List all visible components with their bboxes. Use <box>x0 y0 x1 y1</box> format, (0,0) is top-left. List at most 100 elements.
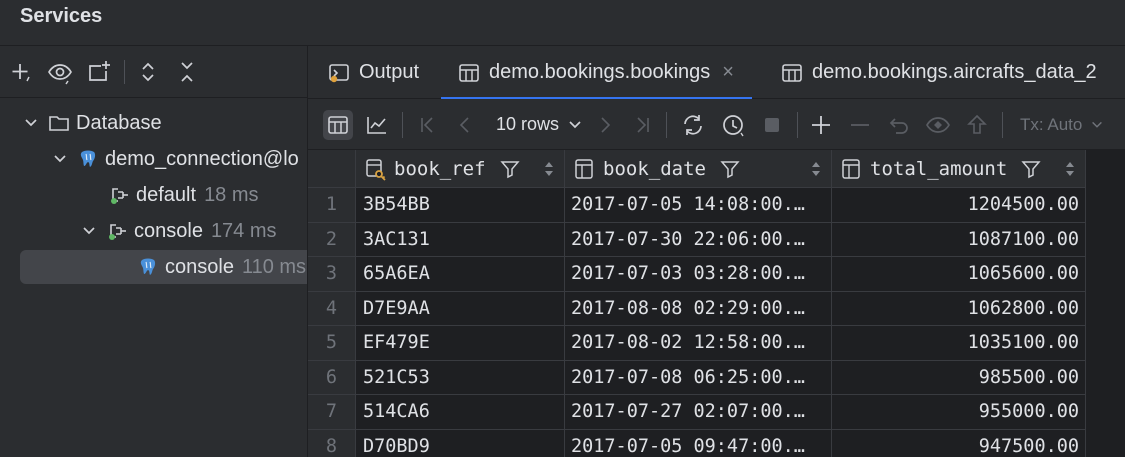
tab-aircrafts[interactable]: demo.bookings.aircrafts_data_2 <box>781 46 1097 99</box>
tab-label: demo.bookings.bookings <box>489 61 711 83</box>
folder-icon <box>49 116 69 131</box>
services-toolbar <box>0 46 307 98</box>
session-time: 174 ms <box>210 219 277 242</box>
filter-icon[interactable] <box>720 159 740 179</box>
add-row-icon[interactable] <box>806 110 836 140</box>
cell-total-amount[interactable]: 1204500.00 <box>832 188 1086 223</box>
preview-icon[interactable] <box>923 110 953 140</box>
column-header-total-amount[interactable]: total_amount <box>832 150 1086 188</box>
filter-icon[interactable] <box>499 159 520 179</box>
toolbar-separator <box>797 112 798 138</box>
cell-book-date[interactable]: 2017-07-05 09:47:00.… <box>565 429 832 457</box>
cell-book-ref[interactable]: D7E9AA <box>356 291 565 326</box>
table-icon <box>459 63 479 82</box>
session-icon <box>111 188 128 204</box>
results-panel: Output demo.bookings.bookings × demo.boo… <box>307 46 1125 457</box>
tree-item-label: Database <box>76 111 162 134</box>
tab-bookings[interactable]: demo.bookings.bookings × <box>441 46 752 100</box>
cell-book-date[interactable]: 2017-07-08 06:25:00.… <box>565 360 832 395</box>
collapse-all-icon[interactable] <box>174 59 200 85</box>
cell-book-date[interactable]: 2017-07-30 22:06:00.… <box>565 222 832 257</box>
sort-icon[interactable] <box>811 160 821 178</box>
tree-item-label: default <box>136 183 197 206</box>
tree-item-database[interactable]: Database <box>0 106 307 140</box>
column-header-book-ref[interactable]: book_ref <box>356 150 565 188</box>
cell-book-ref[interactable]: D70BD9 <box>356 429 565 457</box>
prev-page-icon[interactable] <box>450 110 480 140</box>
tree-item-default-session[interactable]: default 18 ms <box>0 178 307 212</box>
row-number: 6 <box>308 360 356 395</box>
column-header-book-date[interactable]: book_date <box>565 150 832 188</box>
cell-book-date[interactable]: 2017-07-03 03:28:00.… <box>565 257 832 292</box>
row-number: 3 <box>308 257 356 292</box>
chevron-down-icon[interactable] <box>80 222 98 240</box>
grid-toolbar: 10 rows Tx: Auto <box>308 99 1125 150</box>
toolbar-separator <box>124 60 125 84</box>
add-icon[interactable] <box>8 59 34 85</box>
cell-total-amount[interactable]: 1065600.00 <box>832 257 1086 292</box>
new-session-icon[interactable] <box>86 59 112 85</box>
first-page-icon[interactable] <box>412 110 442 140</box>
cell-total-amount[interactable]: 955000.00 <box>832 395 1086 430</box>
cell-total-amount[interactable]: 1087100.00 <box>832 222 1086 257</box>
output-icon <box>329 63 349 82</box>
chart-view-icon[interactable] <box>362 110 392 140</box>
tree-item-label: console <box>134 219 203 242</box>
cell-book-ref[interactable]: EF479E <box>356 326 565 361</box>
tab-label: demo.bookings.aircrafts_data_2 <box>812 61 1097 83</box>
last-page-icon[interactable] <box>628 110 658 140</box>
expand-all-icon[interactable] <box>135 59 161 85</box>
filter-icon[interactable] <box>1021 159 1041 179</box>
cell-book-ref[interactable]: 3AC131 <box>356 222 565 257</box>
chevron-down-icon[interactable] <box>51 150 69 168</box>
tree-item-console-group[interactable]: console 174 ms <box>0 214 307 248</box>
column-icon <box>575 158 593 179</box>
tree-item-label: demo_connection@lo <box>105 147 299 170</box>
history-icon[interactable] <box>718 110 748 140</box>
cell-book-ref[interactable]: 3B54BB <box>356 188 565 223</box>
tree-item-console[interactable]: console 110 ms <box>20 250 307 284</box>
cell-book-date[interactable]: 2017-07-05 14:08:00.… <box>565 188 832 223</box>
transaction-mode-select[interactable]: Tx: Auto <box>1020 99 1104 150</box>
chevron-down-icon[interactable] <box>22 114 40 132</box>
row-number: 8 <box>308 429 356 457</box>
tree-item-connection[interactable]: demo_connection@lo <box>0 142 307 176</box>
column-name: book_ref <box>394 157 486 180</box>
cell-total-amount[interactable]: 1062800.00 <box>832 291 1086 326</box>
cell-book-ref[interactable]: 521C53 <box>356 360 565 395</box>
tab-output[interactable]: Output <box>328 46 419 99</box>
rows-label: 10 rows <box>496 114 560 134</box>
submit-icon[interactable] <box>962 110 992 140</box>
reload-icon[interactable] <box>678 110 708 140</box>
cell-book-ref[interactable]: 65A6EA <box>356 257 565 292</box>
sort-icon[interactable] <box>1065 160 1075 178</box>
toolbar-separator <box>402 112 403 138</box>
session-icon <box>109 224 126 240</box>
cell-book-date[interactable]: 2017-08-08 02:29:00.… <box>565 291 832 326</box>
postgresql-icon <box>80 150 96 167</box>
delete-row-icon[interactable] <box>845 110 875 140</box>
stop-icon[interactable] <box>757 110 787 140</box>
cell-total-amount[interactable]: 985500.00 <box>832 360 1086 395</box>
cell-book-date[interactable]: 2017-07-27 02:07:00.… <box>565 395 832 430</box>
table-view-icon[interactable] <box>323 110 353 140</box>
column-name: total_amount <box>870 157 1008 180</box>
cell-book-ref[interactable]: 514CA6 <box>356 395 565 430</box>
sort-icon[interactable] <box>544 160 554 178</box>
eye-icon[interactable] <box>47 59 73 85</box>
next-page-icon[interactable] <box>590 110 620 140</box>
title-bar: Services <box>0 0 1125 46</box>
session-time: 18 ms <box>204 183 259 206</box>
toolbar-separator <box>1002 112 1003 138</box>
services-panel: Database demo_connection@lo default 18 m… <box>0 46 307 457</box>
revert-icon[interactable] <box>884 110 914 140</box>
column-icon <box>842 158 860 179</box>
postgresql-icon <box>140 258 156 275</box>
cell-book-date[interactable]: 2017-08-02 12:58:00.… <box>565 326 832 361</box>
page-size-select[interactable]: 10 rows <box>496 99 583 150</box>
close-icon[interactable]: × <box>722 61 734 84</box>
toolbar-separator <box>666 112 667 138</box>
cell-total-amount[interactable]: 1035100.00 <box>832 326 1086 361</box>
row-number: 2 <box>308 222 356 257</box>
cell-total-amount[interactable]: 947500.00 <box>832 429 1086 457</box>
